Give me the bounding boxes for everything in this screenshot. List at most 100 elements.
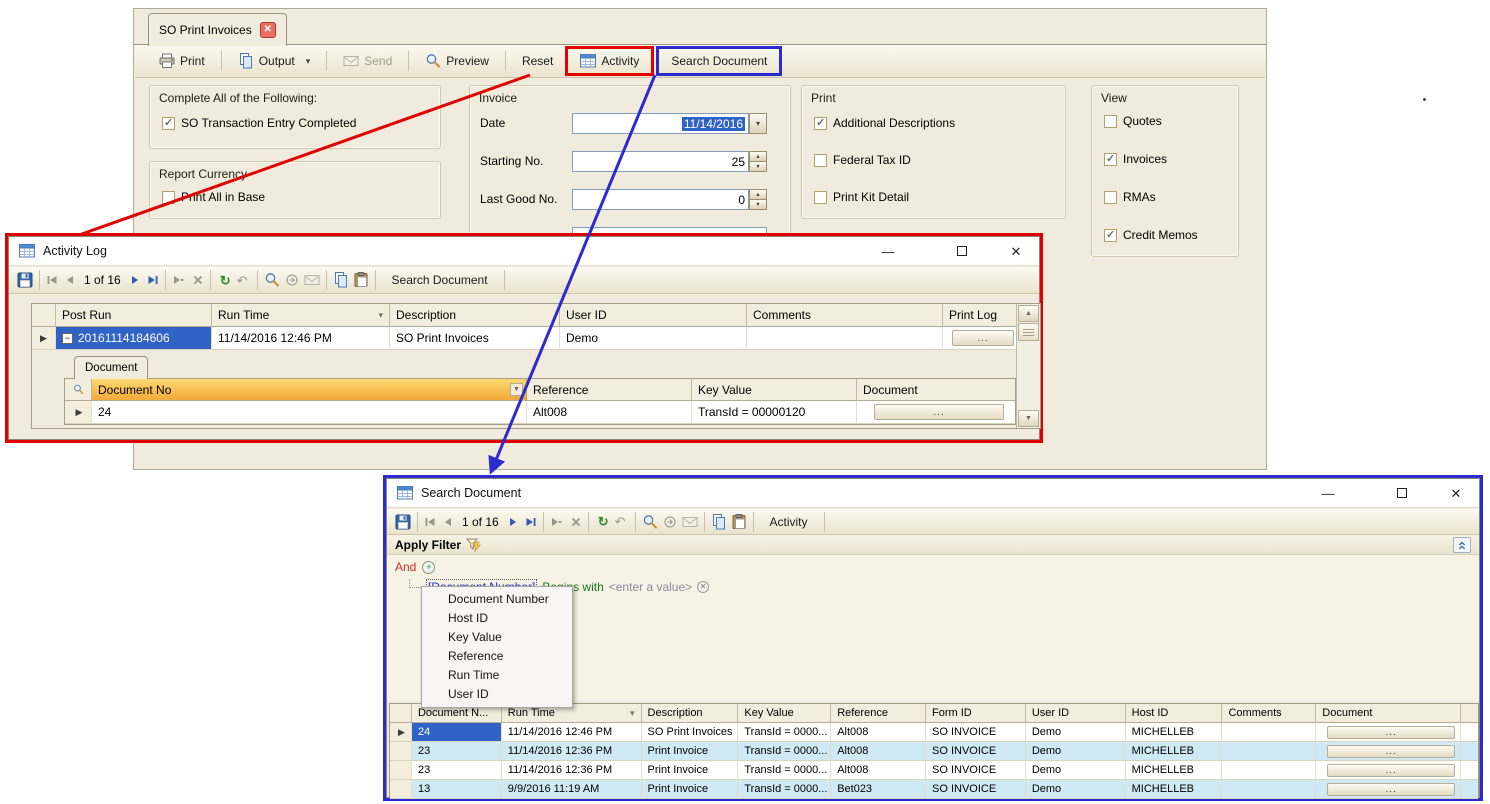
date-dropdown-button[interactable]: ▾ — [749, 113, 767, 134]
maximize-icon[interactable] — [947, 244, 977, 259]
save-icon[interactable] — [395, 514, 411, 530]
activity-action-button[interactable]: Activity — [760, 509, 818, 535]
detail-col-key-value[interactable]: Key Value — [692, 379, 857, 401]
cell-comments[interactable] — [1222, 780, 1316, 799]
cell-document-no[interactable]: 13 — [412, 780, 502, 799]
cell-key-value[interactable]: TransId = 0000... — [738, 723, 831, 742]
last-record-icon[interactable] — [525, 516, 537, 528]
cell-document-no[interactable]: 23 — [412, 742, 502, 761]
col-print-log[interactable]: Print Log — [943, 304, 1018, 327]
cell-description[interactable]: Print Invoice — [642, 780, 739, 799]
undo-icon[interactable]: ↶ — [234, 274, 251, 287]
minimize-icon[interactable]: — — [1313, 486, 1343, 501]
remove-condition-icon[interactable]: ✕ — [697, 581, 709, 593]
cell-user-id[interactable]: Demo — [560, 327, 747, 350]
email-icon[interactable] — [682, 514, 698, 530]
tab-so-print-invoices[interactable]: SO Print Invoices ✕ — [148, 13, 287, 46]
so-transaction-entry-completed-checkbox[interactable] — [162, 117, 175, 130]
detail-tab-document[interactable]: Document — [74, 356, 148, 379]
table-row[interactable]: 23 11/14/2016 12:36 PM Print Invoice Tra… — [390, 742, 1478, 761]
document-ellipsis-button[interactable]: ... — [1327, 726, 1455, 739]
cell-key-value[interactable]: TransId = 0000... — [738, 761, 831, 780]
cell-host-id[interactable]: MICHELLEB — [1126, 742, 1223, 761]
col-comments[interactable]: Comments — [1222, 704, 1316, 723]
tab-close-icon[interactable]: ✕ — [260, 22, 276, 38]
column-filter-icon[interactable]: ▼ — [510, 383, 523, 396]
refresh-icon[interactable]: ↻ — [217, 274, 234, 287]
quotes-checkbox[interactable] — [1104, 115, 1117, 128]
print-button[interactable]: Print — [149, 48, 215, 74]
collapse-detail-icon[interactable]: − — [62, 333, 73, 344]
print-all-in-base-checkbox[interactable] — [162, 191, 175, 204]
next-record-icon[interactable] — [507, 516, 519, 528]
delete-record-icon[interactable] — [570, 516, 582, 528]
cell-reference[interactable]: Alt008 — [831, 742, 926, 761]
document-ellipsis-button[interactable]: ... — [1327, 764, 1455, 777]
additional-descriptions-checkbox[interactable] — [814, 117, 827, 130]
save-icon[interactable] — [17, 272, 33, 288]
copy-icon[interactable] — [333, 272, 349, 288]
previous-record-icon[interactable] — [64, 274, 76, 286]
next-record-icon[interactable] — [129, 274, 141, 286]
cell-host-id[interactable]: MICHELLEB — [1126, 761, 1223, 780]
cell-run-time[interactable]: 11/14/2016 12:46 PM — [212, 327, 390, 350]
menu-item-key-value[interactable]: Key Value — [422, 628, 572, 647]
cell-comments[interactable] — [1222, 723, 1316, 742]
first-record-icon[interactable] — [424, 516, 436, 528]
cell-reference[interactable]: Alt008 — [527, 401, 692, 424]
filter-value-token[interactable]: <enter a value> — [609, 580, 692, 594]
invoices-checkbox[interactable] — [1104, 153, 1117, 166]
detail-col-document-no[interactable]: Document No ▼ — [92, 379, 527, 401]
document-ellipsis-button[interactable]: ... — [1327, 783, 1455, 796]
cell-host-id[interactable]: MICHELLEB — [1126, 723, 1223, 742]
rmas-checkbox[interactable] — [1104, 191, 1117, 204]
cell-run-time[interactable]: 11/14/2016 12:36 PM — [502, 742, 642, 761]
go-to-icon[interactable] — [286, 274, 298, 286]
credit-memos-checkbox[interactable] — [1104, 229, 1117, 242]
previous-record-icon[interactable] — [442, 516, 454, 528]
cell-user-id[interactable]: Demo — [1026, 723, 1126, 742]
paste-icon[interactable] — [353, 272, 369, 288]
col-description[interactable]: Description — [642, 704, 739, 723]
cell-comments[interactable] — [747, 327, 943, 350]
cell-user-id[interactable]: Demo — [1026, 742, 1126, 761]
output-dropdown-icon[interactable]: ▾ — [306, 56, 311, 67]
filter-funnel-icon[interactable] — [466, 537, 482, 553]
menu-item-document-number[interactable]: Document Number — [422, 590, 572, 609]
menu-item-run-time[interactable]: Run Time — [422, 666, 572, 685]
menu-item-user-id[interactable]: User ID — [422, 685, 572, 704]
col-reference[interactable]: Reference — [831, 704, 926, 723]
cell-run-time[interactable]: 9/9/2016 11:19 AM — [502, 780, 642, 799]
cell-host-id[interactable]: MICHELLEB — [1126, 780, 1223, 799]
cell-run-time[interactable]: 11/14/2016 12:46 PM — [502, 723, 642, 742]
delete-record-icon[interactable] — [192, 274, 204, 286]
scroll-down-icon[interactable]: ▼ — [1018, 410, 1039, 427]
col-key-value[interactable]: Key Value — [738, 704, 831, 723]
cell-reference[interactable]: Bet023 — [831, 780, 926, 799]
go-to-icon[interactable] — [664, 516, 676, 528]
send-button[interactable]: Send — [333, 48, 402, 74]
cell-comments[interactable] — [1222, 742, 1316, 761]
cell-user-id[interactable]: Demo — [1026, 780, 1126, 799]
table-row[interactable]: ▶ 24 11/14/2016 12:46 PM SO Print Invoic… — [390, 723, 1478, 742]
print-preview-icon[interactable] — [642, 514, 658, 530]
spin-down-icon[interactable]: ▼ — [749, 162, 767, 172]
vertical-scrollbar[interactable]: ▲ ▼ — [1016, 304, 1040, 428]
col-user-id[interactable]: User ID — [1026, 704, 1126, 723]
cell-form-id[interactable]: SO INVOICE — [926, 742, 1026, 761]
cell-post-run[interactable]: − 20161114184606 — [56, 327, 212, 350]
add-condition-icon[interactable]: + — [422, 561, 435, 574]
cell-reference[interactable]: Alt008 — [831, 723, 926, 742]
table-row[interactable]: ▶ 24 Alt008 TransId = 00000120 ... — [65, 401, 1015, 424]
col-run-time[interactable]: Run Time▾ — [212, 304, 390, 327]
table-row[interactable]: 23 11/14/2016 12:36 PM Print Invoice Tra… — [390, 761, 1478, 780]
email-icon[interactable] — [304, 272, 320, 288]
close-icon[interactable]: ✕ — [1441, 486, 1471, 502]
reset-button[interactable]: Reset — [512, 48, 563, 74]
cell-reference[interactable]: Alt008 — [831, 761, 926, 780]
spin-down-icon[interactable]: ▼ — [749, 200, 767, 210]
detail-col-document[interactable]: Document — [857, 379, 1015, 401]
document-ellipsis-button[interactable]: ... — [874, 404, 1004, 420]
append-record-icon[interactable] — [550, 516, 562, 528]
cell-key-value[interactable]: TransId = 0000... — [738, 780, 831, 799]
